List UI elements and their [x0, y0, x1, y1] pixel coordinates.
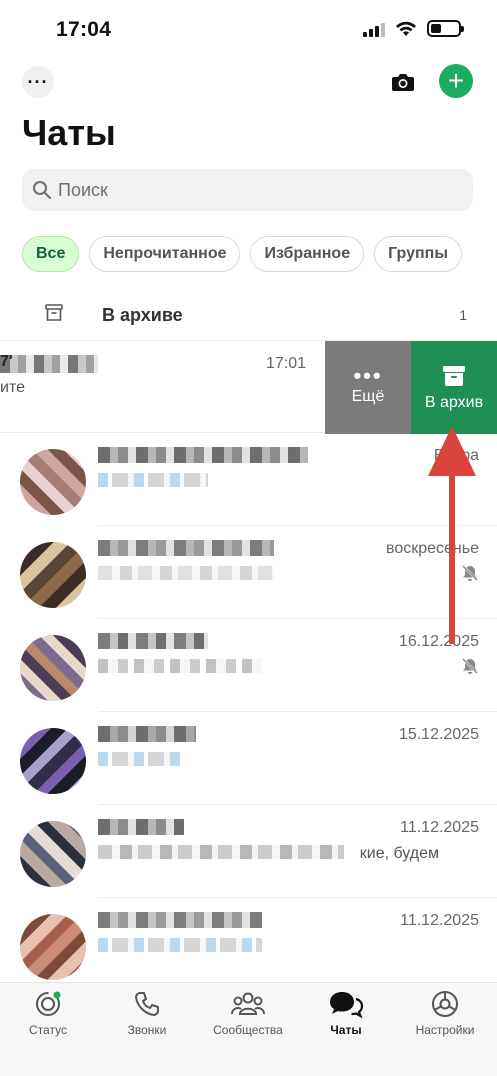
muted-bell-icon	[462, 658, 478, 674]
chat-time: 15.12.2025	[398, 726, 479, 743]
message-snippet: ите	[0, 379, 25, 396]
blurred-contact-name	[98, 912, 262, 928]
dots-icon: •••	[353, 362, 383, 388]
tab-communities[interactable]: Сообщества	[200, 989, 296, 1037]
avatar	[20, 635, 86, 701]
phone-icon	[135, 992, 159, 1016]
camera-button[interactable]	[387, 66, 419, 98]
chat-row[interactable]: 16.12.2025	[0, 619, 497, 712]
blurred-contact-name	[98, 819, 184, 835]
blurred-contact-name	[98, 633, 208, 649]
settings-icon	[432, 991, 458, 1017]
chat-time: 11.12.2025	[400, 912, 479, 929]
chat-row[interactable]: воскресенье	[0, 526, 497, 619]
status-icons	[363, 20, 464, 37]
archived-row[interactable]: В архиве 1	[0, 293, 497, 339]
contact-name-prefix: 7'	[0, 353, 13, 370]
ellipsis-icon: ···	[27, 71, 49, 92]
archive-box-icon	[443, 365, 465, 386]
avatar	[20, 542, 86, 608]
message-snippet: кие, будем	[359, 845, 439, 862]
blurred-message	[98, 659, 262, 673]
tab-label: Звонки	[127, 1023, 167, 1037]
chat-row[interactable]: Вчера	[0, 433, 497, 526]
filter-chip-groups[interactable]: Группы	[374, 236, 463, 272]
tab-label: Настройки	[415, 1023, 475, 1037]
blurred-contact-name	[98, 540, 274, 556]
wifi-icon	[396, 21, 416, 36]
chats-icon	[330, 992, 364, 1019]
search-icon	[33, 181, 51, 199]
avatar	[20, 728, 86, 794]
tab-bar: Статус Звонки Сообщества Чаты Настройки	[0, 982, 497, 1076]
camera-icon	[392, 74, 414, 91]
blurred-contact-name	[0, 355, 98, 373]
archived-label: В архиве	[102, 305, 183, 325]
page-title: Чаты	[22, 112, 116, 153]
blurred-message	[98, 845, 344, 859]
search-placeholder: Поиск	[58, 179, 108, 200]
blurred-message	[98, 752, 184, 766]
plus-icon: +	[447, 65, 465, 96]
blurred-message	[98, 473, 208, 487]
more-action-label: Ещё	[351, 387, 385, 405]
blurred-message	[98, 566, 274, 580]
avatar	[20, 449, 86, 515]
chat-time: 11.12.2025	[400, 819, 479, 836]
more-action-button[interactable]: ••• Ещё	[325, 341, 411, 434]
archive-action-button[interactable]: В архив	[411, 341, 497, 434]
filter-chip-all[interactable]: Все	[22, 236, 80, 272]
avatar	[20, 821, 86, 887]
archived-count: 1	[459, 307, 467, 323]
filter-chip-favorites[interactable]: Избранное	[250, 236, 365, 272]
battery-icon	[427, 20, 464, 37]
tab-settings[interactable]: Настройки	[397, 989, 493, 1037]
tab-calls[interactable]: Звонки	[99, 989, 195, 1037]
search-input[interactable]: Поиск	[22, 169, 473, 211]
chat-row[interactable]: 15.12.2025	[0, 712, 497, 805]
communities-icon	[231, 992, 265, 1015]
archive-action-label: В архив	[424, 393, 484, 411]
blurred-message	[98, 938, 262, 952]
chat-row[interactable]: 11.12.2025	[0, 898, 497, 991]
status-time: 17:04	[56, 18, 112, 41]
swiped-chat-row[interactable]: 7' ите 17:01 ••• Ещё В архив	[0, 340, 497, 434]
tab-chats[interactable]: Чаты	[298, 989, 394, 1037]
tab-status[interactable]: Статус	[0, 989, 96, 1037]
blurred-contact-name	[98, 726, 196, 742]
filter-chips: Все Непрочитанное Избранное Группы	[22, 236, 463, 272]
archive-icon	[45, 304, 63, 321]
more-options-button[interactable]: ···	[22, 66, 54, 98]
tab-label: Сообщества	[213, 1023, 283, 1037]
annotation-arrow-icon	[428, 426, 476, 644]
new-chat-button[interactable]: +	[439, 64, 473, 98]
tab-label: Чаты	[330, 1023, 362, 1037]
blurred-contact-name	[98, 447, 308, 463]
avatar	[20, 914, 86, 980]
message-time: 17:01	[266, 355, 307, 372]
chat-row[interactable]: 11.12.2025 кие, будем	[0, 805, 497, 898]
tab-label: Статус	[29, 1023, 67, 1037]
status-bar: 17:04	[0, 0, 497, 60]
cellular-signal-icon	[363, 21, 385, 37]
filter-chip-unread[interactable]: Непрочитанное	[89, 236, 241, 272]
status-icon	[36, 991, 61, 1016]
